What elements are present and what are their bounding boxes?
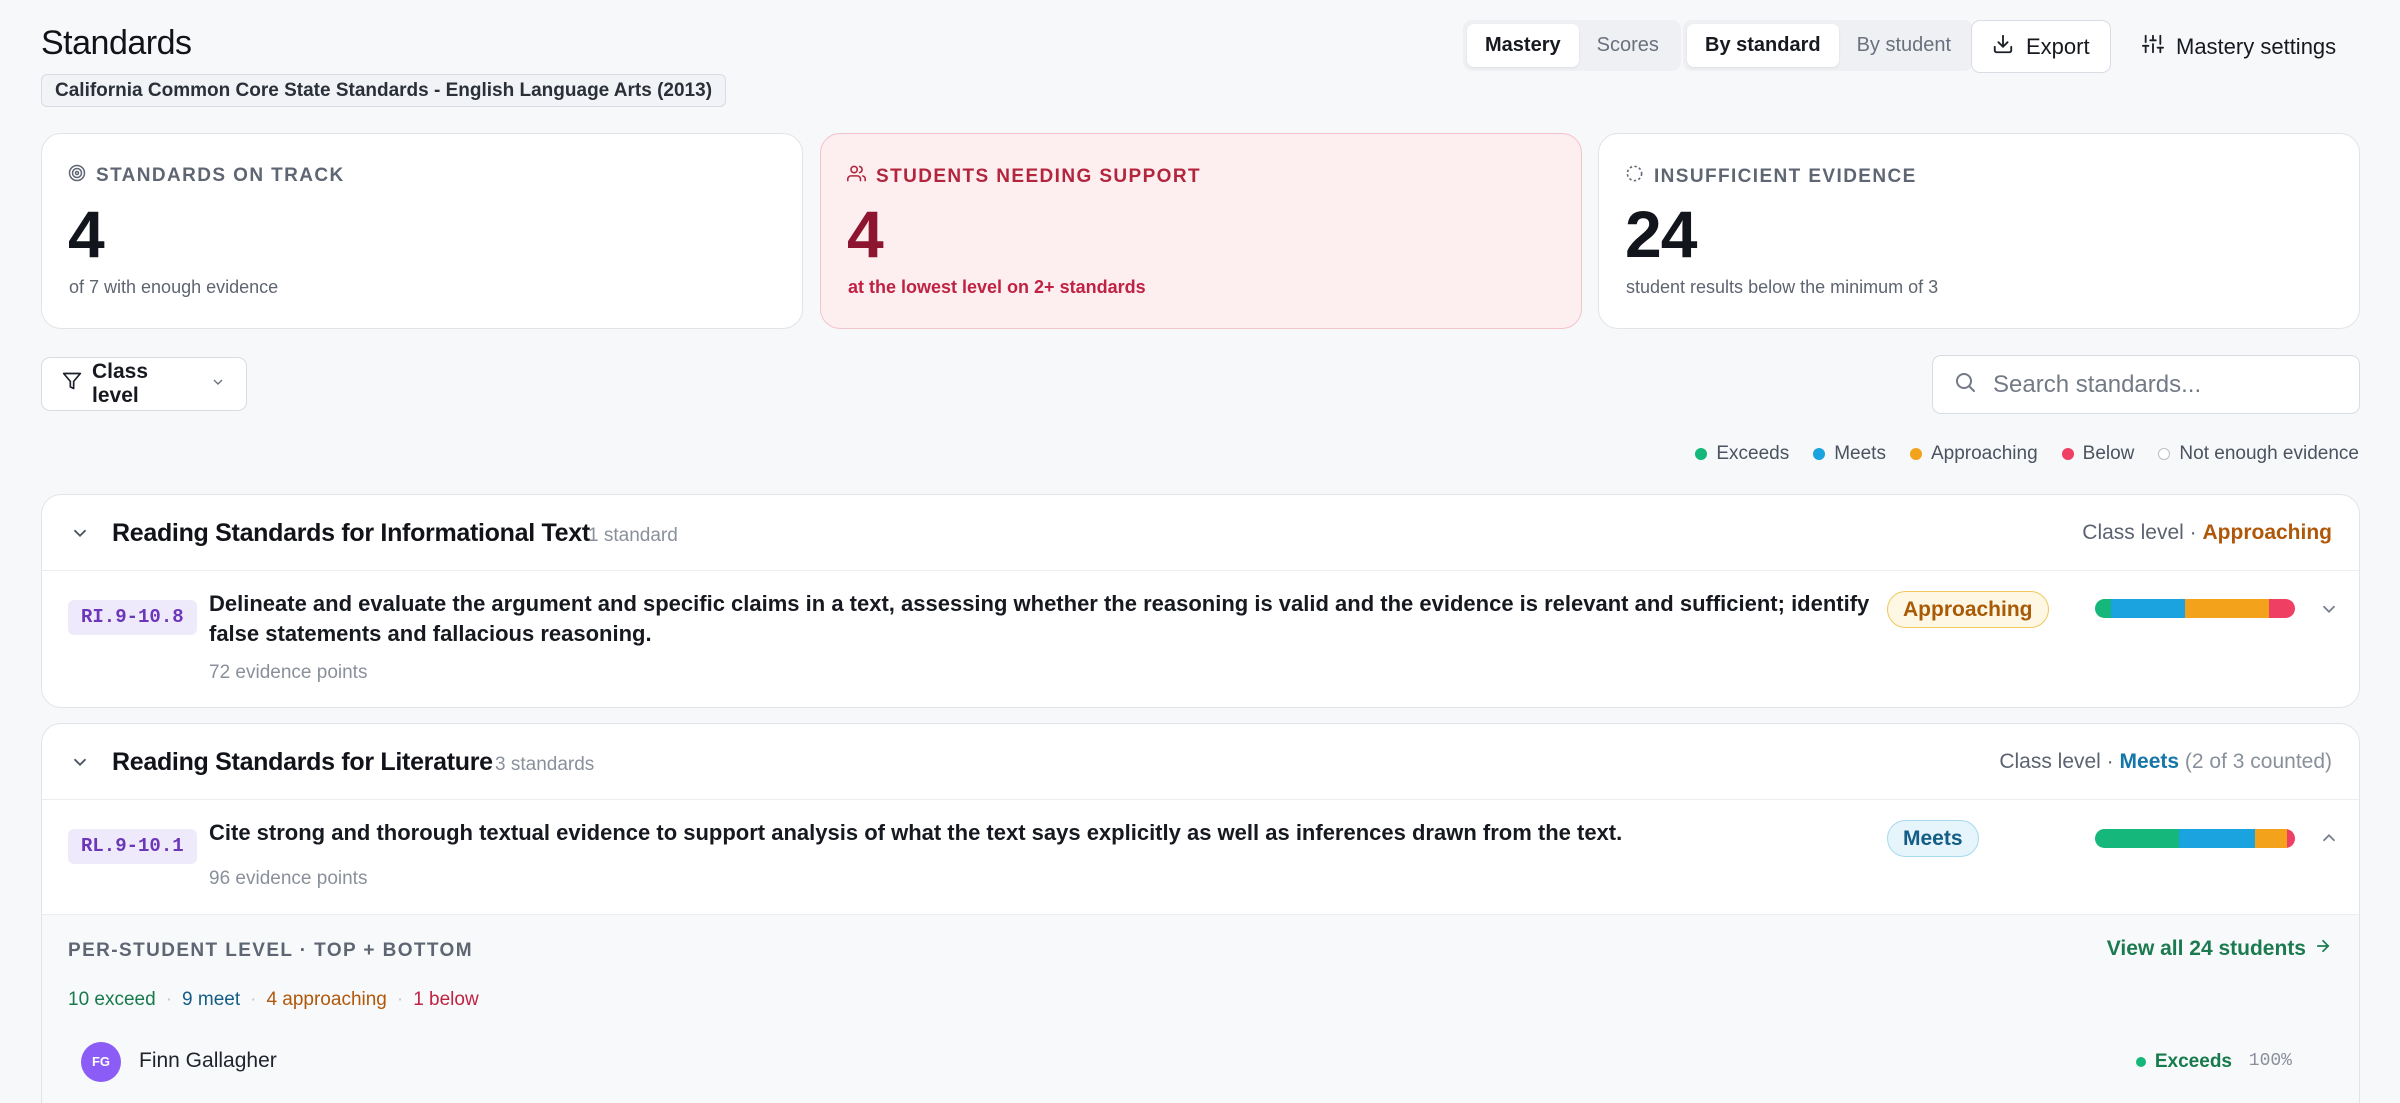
standard-code: RL.9-10.1 [68, 829, 197, 864]
standard-group: Reading Standards for Literature 3 stand… [41, 723, 2360, 1103]
bar-segment-approaching [2185, 599, 2269, 618]
mastery-settings-button[interactable]: Mastery settings [2142, 20, 2336, 73]
standard-code: RI.9-10.8 [68, 600, 197, 635]
bar-segment-exceeds [2095, 599, 2111, 618]
legend-item: Not enough evidence [2158, 443, 2359, 465]
tab-scores[interactable]: Scores [1579, 24, 1677, 67]
chevron-down-icon[interactable] [2318, 598, 2340, 625]
bar-segment-below [2287, 829, 2295, 848]
legend-dot [1695, 448, 1708, 460]
tab-mastery[interactable]: Mastery [1467, 24, 1579, 67]
level-counts: 10 exceed · 9 meet · 4 approaching · 1 b… [68, 989, 479, 1010]
student-percent: 100% [2248, 1051, 2292, 1071]
legend-dot [1813, 448, 1826, 460]
tab-by-student[interactable]: By student [1839, 24, 1970, 67]
chevron-down-icon [210, 372, 226, 396]
stat-card-insufficient: INSUFFICIENT EVIDENCE 24 student results… [1598, 133, 2360, 329]
arrow-right-icon [2314, 937, 2332, 961]
count-exceed: 10 exceed [68, 989, 156, 1010]
group-class-level: Class level · Approaching [2082, 521, 2332, 544]
download-icon [1992, 33, 2014, 61]
evidence-count: 96 evidence points [209, 868, 368, 889]
loader-icon [1625, 164, 1644, 189]
level-badge: Approaching [1887, 591, 2049, 628]
search-input[interactable] [1993, 370, 2333, 399]
legend-item: Exceeds [1695, 443, 1789, 465]
view-toggle: Mastery Scores [1463, 20, 1681, 71]
target-icon [68, 164, 86, 188]
legend-dot [1909, 448, 1922, 460]
evidence-count: 72 evidence points [209, 662, 368, 683]
search-box [1932, 355, 2360, 414]
standard-group: Reading Standards for Informational Text… [41, 494, 2360, 708]
view-all-students-link[interactable]: View all 24 students [2107, 937, 2332, 961]
stat-value: 24 [1625, 197, 1697, 271]
count-below: 1 below [413, 989, 479, 1010]
distribution-bar [2095, 829, 2295, 848]
legend-item: Meets [1813, 443, 1886, 465]
distribution-bar [2095, 599, 2295, 618]
group-count: 3 standards [495, 754, 595, 775]
bar-segment-below [2269, 599, 2295, 618]
page-title: Standards [41, 24, 192, 62]
legend-item: Approaching [1909, 443, 2038, 465]
stat-card-needing-support[interactable]: STUDENTS NEEDING SUPPORT 4 at the lowest… [820, 133, 1582, 329]
chevron-down-icon[interactable] [69, 522, 91, 549]
chevron-down-icon[interactable] [69, 751, 91, 778]
sliders-icon [2142, 33, 2164, 61]
stat-sub: student results below the minimum of 3 [1626, 277, 1939, 297]
export-label: Export [2026, 33, 2090, 59]
count-approaching: 4 approaching [266, 989, 387, 1010]
mastery-settings-label: Mastery settings [2176, 33, 2337, 59]
legend-dot [2061, 448, 2074, 460]
count-meet: 9 meet [182, 989, 241, 1010]
group-header[interactable]: Reading Standards for Informational Text… [42, 495, 2359, 571]
stat-card-on-track: STANDARDS ON TRACK 4 of 7 with enough ev… [41, 133, 803, 329]
group-title: Reading Standards for Literature [112, 748, 493, 776]
bar-segment-meets [2179, 829, 2255, 848]
per-student-panel: PER-STUDENT LEVEL · TOP + BOTTOM View al… [42, 914, 2359, 1103]
group-class-level: Class level · Meets (2 of 3 counted) [1999, 750, 2332, 773]
student-level: Exceeds [2135, 1051, 2232, 1073]
legend-item: Below [2061, 443, 2134, 465]
student-row[interactable]: FG Finn Gallagher Exceeds 100% [81, 1042, 2332, 1082]
framework-badge: California Common Core State Standards -… [41, 74, 727, 107]
group-title: Reading Standards for Informational Text [112, 519, 590, 547]
filter-label: Class level [92, 360, 149, 407]
bar-segment-approaching [2255, 829, 2287, 848]
student-name: Finn Gallagher [139, 1049, 277, 1072]
group-header[interactable]: Reading Standards for Literature 3 stand… [42, 724, 2359, 800]
filter-icon [62, 371, 82, 397]
stat-value: 4 [68, 197, 105, 271]
stat-label: STANDARDS ON TRACK [96, 165, 345, 186]
tab-by-standard[interactable]: By standard [1687, 24, 1839, 67]
class-level-filter[interactable]: Class level [41, 357, 247, 411]
avatar: FG [81, 1042, 121, 1082]
per-student-title: PER-STUDENT LEVEL · TOP + BOTTOM [68, 940, 473, 961]
group-count: 1 standard [588, 525, 678, 546]
bar-segment-exceeds [2095, 829, 2179, 848]
stat-sub: of 7 with enough evidence [69, 277, 279, 297]
stat-value: 4 [847, 197, 884, 271]
standard-description: Delineate and evaluate the argument and … [209, 591, 1870, 646]
users-icon [847, 164, 866, 189]
standard-description: Cite strong and thorough textual evidenc… [209, 820, 1623, 845]
search-icon [1953, 370, 1977, 399]
chevron-up-icon[interactable] [2318, 827, 2340, 854]
level-badge: Meets [1887, 820, 1979, 857]
bar-segment-meets [2111, 599, 2185, 618]
legend: Exceeds Meets Approaching Below Not enou… [1695, 443, 2359, 465]
stat-sub: at the lowest level on 2+ standards [848, 277, 1146, 297]
level-dot [2135, 1057, 2146, 1067]
stat-label: INSUFFICIENT EVIDENCE [1654, 165, 1917, 187]
stat-label: STUDENTS NEEDING SUPPORT [876, 165, 1201, 187]
legend-dot [2158, 448, 2171, 460]
export-button[interactable]: Export [1971, 20, 2111, 73]
group-toggle: By standard By student [1683, 20, 1974, 71]
